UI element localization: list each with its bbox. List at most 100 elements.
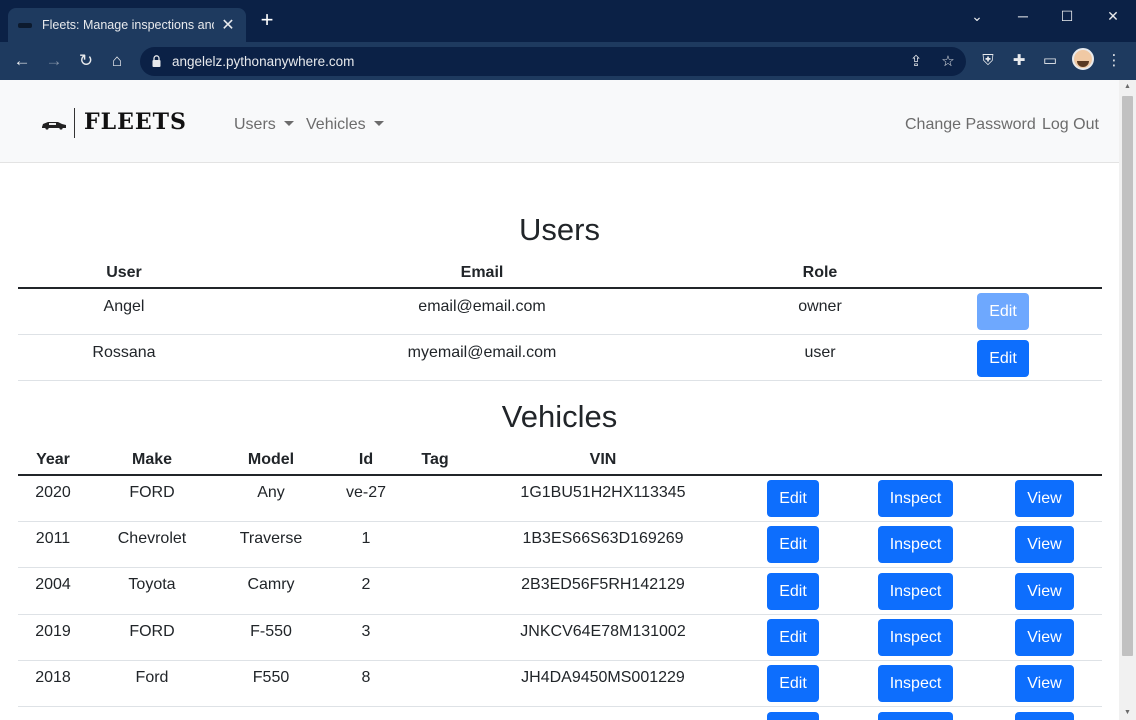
- share-icon[interactable]: ⇪: [906, 52, 926, 72]
- row-divider: [18, 706, 1102, 707]
- browser-titlebar: Fleets: Manage inspections and/c ✕ + ⌄ ─…: [0, 0, 1136, 42]
- user-name: Rossana: [92, 344, 156, 361]
- vehicle-model: F-550: [250, 623, 292, 640]
- vehicles-header-model: Model: [247, 451, 295, 468]
- vehicle-make: FORD: [129, 484, 175, 501]
- page-scrollbar[interactable]: ▲ ▼: [1119, 80, 1136, 720]
- change-password-link[interactable]: Change Password: [905, 116, 1036, 134]
- caret-down-icon: [283, 121, 294, 126]
- reload-button[interactable]: ↻: [74, 49, 98, 73]
- browser-tab[interactable]: Fleets: Manage inspections and/c ✕: [8, 8, 246, 42]
- minimize-button[interactable]: ─: [1008, 6, 1038, 26]
- back-button[interactable]: ←: [10, 49, 34, 73]
- inspect-vehicle-button[interactable]: Inspect: [878, 619, 953, 656]
- nav-users-dropdown[interactable]: Users: [234, 116, 294, 134]
- inspect-vehicle-button[interactable]: Inspect: [878, 480, 953, 517]
- brand-divider: [74, 108, 75, 138]
- row-divider: [18, 521, 1102, 522]
- vehicles-header-id: Id: [358, 451, 374, 468]
- log-out-link[interactable]: Log Out: [1042, 116, 1099, 134]
- bookmark-star-icon[interactable]: ☆: [938, 52, 958, 72]
- vehicle-model: Camry: [247, 576, 295, 593]
- site-navbar: FLEETS Users Vehicles Change Password Lo…: [0, 80, 1119, 163]
- users-header-rule: [18, 287, 1102, 289]
- lock-icon: [152, 55, 161, 67]
- view-vehicle-button[interactable]: View: [1015, 573, 1074, 610]
- bitwarden-extension-icon[interactable]: ⛨: [978, 51, 998, 71]
- vehicle-year: 2018: [35, 669, 71, 686]
- edit-vehicle-button[interactable]: Edit: [767, 480, 819, 517]
- vehicle-make: Ford: [135, 669, 169, 686]
- scrollbar-thumb[interactable]: [1122, 96, 1133, 656]
- user-email: myemail@email.com: [407, 344, 557, 361]
- menu-kebab-icon[interactable]: ⋮: [1104, 51, 1124, 71]
- vehicle-id: 1: [361, 530, 371, 547]
- inspect-vehicle-button-partial[interactable]: [878, 712, 953, 720]
- view-vehicle-button[interactable]: View: [1015, 480, 1074, 517]
- vehicle-vin: JH4DA9450MS001229: [521, 669, 685, 686]
- forward-button[interactable]: →: [42, 49, 66, 73]
- vehicles-header-tag: Tag: [421, 451, 449, 468]
- edit-vehicle-button[interactable]: Edit: [767, 665, 819, 702]
- edit-user-button[interactable]: Edit: [977, 340, 1029, 377]
- vehicles-header-vin: VIN: [589, 451, 617, 468]
- user-role: owner: [798, 298, 842, 315]
- user-email: email@email.com: [418, 298, 546, 315]
- users-header-role: Role: [802, 264, 838, 281]
- row-divider: [18, 334, 1102, 335]
- users-heading: Users: [519, 212, 600, 247]
- view-vehicle-button-partial[interactable]: [1015, 712, 1074, 720]
- url-text: angelelz.pythonanywhere.com: [172, 54, 355, 69]
- brand-name[interactable]: FLEETS: [84, 109, 187, 135]
- browser-toolbar: ← → ↻ ⌂ angelelz.pythonanywhere.com ⇪ ☆ …: [0, 42, 1136, 80]
- view-vehicle-button[interactable]: View: [1015, 526, 1074, 563]
- maximize-button[interactable]: ☐: [1052, 6, 1082, 26]
- vehicles-header-rule: [18, 474, 1102, 476]
- vehicle-model: F550: [252, 669, 290, 686]
- view-vehicle-button[interactable]: View: [1015, 619, 1074, 656]
- vehicles-header-year: Year: [36, 451, 70, 468]
- address-bar[interactable]: angelelz.pythonanywhere.com ⇪ ☆: [140, 47, 966, 76]
- nav-users-label: Users: [234, 116, 276, 133]
- edit-vehicle-button-partial[interactable]: [767, 712, 819, 720]
- tab-title: Fleets: Manage inspections and/c: [42, 18, 214, 32]
- scroll-up-arrow-icon[interactable]: ▲: [1119, 80, 1136, 94]
- users-header-user: User: [106, 264, 142, 281]
- row-divider: [18, 567, 1102, 568]
- edit-user-button-disabled[interactable]: Edit: [977, 293, 1029, 330]
- inspect-vehicle-button[interactable]: Inspect: [878, 665, 953, 702]
- nav-vehicles-label: Vehicles: [306, 116, 366, 133]
- vehicle-id: ve-27: [345, 484, 387, 501]
- page-viewport: FLEETS Users Vehicles Change Password Lo…: [0, 80, 1119, 720]
- vehicle-vin: 1G1BU51H2HX113345: [520, 484, 686, 501]
- scroll-down-arrow-icon[interactable]: ▼: [1119, 706, 1136, 720]
- edit-vehicle-button[interactable]: Edit: [767, 619, 819, 656]
- vehicle-year: 2004: [35, 576, 71, 593]
- edit-vehicle-button[interactable]: Edit: [767, 526, 819, 563]
- close-tab-icon[interactable]: ✕: [220, 15, 236, 35]
- vehicle-model: Any: [257, 484, 285, 501]
- view-vehicle-button[interactable]: View: [1015, 665, 1074, 702]
- row-divider: [18, 380, 1102, 381]
- vehicle-make: Chevrolet: [117, 530, 187, 547]
- row-divider: [18, 614, 1102, 615]
- car-favicon-icon: [18, 22, 32, 28]
- caret-down-icon: [373, 121, 384, 126]
- user-role: user: [804, 344, 836, 361]
- home-button[interactable]: ⌂: [105, 49, 129, 73]
- inspect-vehicle-button[interactable]: Inspect: [878, 573, 953, 610]
- close-window-button[interactable]: ✕: [1098, 6, 1128, 26]
- vehicle-year: 2020: [35, 484, 71, 501]
- users-header-email: Email: [460, 264, 504, 281]
- vehicle-id: 3: [361, 623, 371, 640]
- tab-search-chevron-icon[interactable]: ⌄: [962, 6, 992, 26]
- nav-vehicles-dropdown[interactable]: Vehicles: [306, 116, 384, 134]
- new-tab-button[interactable]: +: [256, 9, 278, 32]
- profile-avatar[interactable]: [1072, 48, 1094, 70]
- extensions-puzzle-icon[interactable]: ✚: [1009, 51, 1029, 71]
- vehicle-vin: 1B3ES66S63D169269: [522, 530, 684, 547]
- inspect-vehicle-button[interactable]: Inspect: [878, 526, 953, 563]
- edit-vehicle-button[interactable]: Edit: [767, 573, 819, 610]
- cast-icon[interactable]: ▭: [1040, 51, 1060, 71]
- vehicle-model: Traverse: [239, 530, 303, 547]
